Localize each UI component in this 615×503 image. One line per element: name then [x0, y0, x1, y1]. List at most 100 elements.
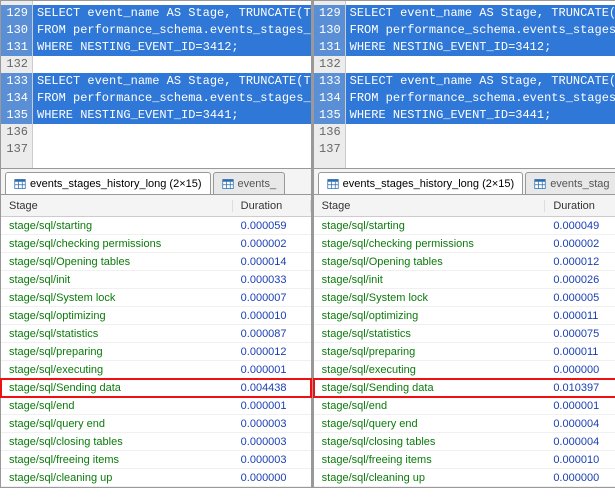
code-line[interactable]: [346, 141, 615, 158]
cell-duration: 0.000004: [545, 436, 615, 448]
cell-stage: stage/sql/executing: [314, 364, 546, 376]
cell-stage: stage/sql/optimizing: [314, 310, 546, 322]
cell-duration: 0.010397: [545, 382, 615, 394]
result-tab[interactable]: events_stages_history_long (2×15): [318, 172, 524, 194]
sql-editor-right[interactable]: 129130131132133134135136137 SELECT event…: [314, 1, 615, 169]
table-row[interactable]: stage/sql/optimizing0.000011: [314, 307, 615, 325]
code-line[interactable]: SELECT event_name AS Stage, TRUNCATE(T: [346, 73, 615, 90]
table-row[interactable]: stage/sql/query end0.000003: [1, 415, 311, 433]
cell-stage: stage/sql/Sending data: [1, 382, 233, 394]
table-row[interactable]: stage/sql/end0.000001: [314, 397, 615, 415]
cell-duration: 0.000087: [233, 328, 311, 340]
cell-duration: 0.000033: [233, 274, 311, 286]
table-row[interactable]: stage/sql/checking permissions0.000002: [314, 235, 615, 253]
cell-stage: stage/sql/Opening tables: [1, 256, 233, 268]
code-line[interactable]: FROM performance_schema.events_stages_: [346, 22, 615, 39]
table-row[interactable]: stage/sql/Sending data0.004438: [1, 379, 311, 397]
line-number: 137: [1, 141, 32, 158]
col-stage[interactable]: Stage: [1, 200, 233, 212]
cell-duration: 0.004438: [233, 382, 311, 394]
cell-duration: 0.000001: [545, 400, 615, 412]
table-row[interactable]: stage/sql/closing tables0.000004: [314, 433, 615, 451]
cell-duration: 0.000003: [233, 454, 311, 466]
cell-stage: stage/sql/checking permissions: [314, 238, 546, 250]
table-row[interactable]: stage/sql/closing tables0.000003: [1, 433, 311, 451]
table-row[interactable]: stage/sql/statistics0.000087: [1, 325, 311, 343]
cell-duration: 0.000001: [233, 400, 311, 412]
table-row[interactable]: stage/sql/preparing0.000011: [314, 343, 615, 361]
code-line[interactable]: [33, 141, 311, 158]
col-duration[interactable]: Duration: [233, 200, 311, 212]
table-row[interactable]: stage/sql/cleaning up0.000000: [1, 469, 311, 487]
result-tab[interactable]: events_: [213, 172, 286, 194]
cell-duration: 0.000010: [545, 454, 615, 466]
code-line[interactable]: FROM performance_schema.events_stages_: [33, 22, 311, 39]
table-icon: [14, 178, 26, 190]
table-row[interactable]: stage/sql/System lock0.000005: [314, 289, 615, 307]
col-stage[interactable]: Stage: [314, 200, 546, 212]
result-tabs-left: events_stages_history_long (2×15)events_: [1, 169, 311, 195]
table-row[interactable]: stage/sql/preparing0.000012: [1, 343, 311, 361]
code-line[interactable]: [33, 124, 311, 141]
table-row[interactable]: stage/sql/Opening tables0.000012: [314, 253, 615, 271]
cell-duration: 0.000011: [545, 310, 615, 322]
code-line[interactable]: SELECT event_name AS Stage, TRUNCATE(T: [346, 5, 615, 22]
table-row[interactable]: stage/sql/cleaning up0.000000: [314, 469, 615, 487]
grid-body[interactable]: stage/sql/starting0.000049stage/sql/chec…: [314, 217, 615, 487]
table-row[interactable]: stage/sql/freeing items0.000003: [1, 451, 311, 469]
table-row[interactable]: stage/sql/init0.000033: [1, 271, 311, 289]
table-row[interactable]: stage/sql/freeing items0.000010: [314, 451, 615, 469]
table-row[interactable]: stage/sql/init0.000026: [314, 271, 615, 289]
code-area[interactable]: SELECT event_name AS Stage, TRUNCATE(TFR…: [33, 1, 311, 168]
code-line[interactable]: SELECT event_name AS Stage, TRUNCATE(T: [33, 73, 311, 90]
line-number: 136: [1, 124, 32, 141]
table-row[interactable]: stage/sql/System lock0.000007: [1, 289, 311, 307]
cell-duration: 0.000011: [545, 346, 615, 358]
cell-stage: stage/sql/cleaning up: [1, 472, 233, 484]
code-line[interactable]: WHERE NESTING_EVENT_ID=3412;: [33, 39, 311, 56]
sql-editor-left[interactable]: 129130131132133134135136137 SELECT event…: [1, 1, 311, 169]
table-row[interactable]: stage/sql/optimizing0.000010: [1, 307, 311, 325]
table-row[interactable]: stage/sql/starting0.000049: [314, 217, 615, 235]
code-line[interactable]: FROM performance_schema.events_stages_: [33, 90, 311, 107]
code-line[interactable]: [33, 56, 311, 73]
cell-duration: 0.000002: [233, 238, 311, 250]
code-line[interactable]: SELECT event_name AS Stage, TRUNCATE(T: [33, 5, 311, 22]
code-line[interactable]: WHERE NESTING_EVENT_ID=3412;: [346, 39, 615, 56]
line-number: 129: [314, 5, 345, 22]
table-row[interactable]: stage/sql/end0.000001: [1, 397, 311, 415]
table-row[interactable]: stage/sql/Opening tables0.000014: [1, 253, 311, 271]
cell-stage: stage/sql/end: [314, 400, 546, 412]
table-row[interactable]: stage/sql/checking permissions0.000002: [1, 235, 311, 253]
code-line[interactable]: WHERE NESTING_EVENT_ID=3441;: [346, 107, 615, 124]
table-icon: [327, 178, 339, 190]
code-line[interactable]: WHERE NESTING_EVENT_ID=3441;: [33, 107, 311, 124]
line-number: 135: [1, 107, 32, 124]
line-number: 132: [1, 56, 32, 73]
cell-stage: stage/sql/preparing: [1, 346, 233, 358]
table-row[interactable]: stage/sql/Sending data0.010397: [314, 379, 615, 397]
table-row[interactable]: stage/sql/statistics0.000075: [314, 325, 615, 343]
grid-body[interactable]: stage/sql/starting0.000059stage/sql/chec…: [1, 217, 311, 487]
cell-stage: stage/sql/preparing: [314, 346, 546, 358]
cell-stage: stage/sql/starting: [1, 220, 233, 232]
table-row[interactable]: stage/sql/executing0.000001: [1, 361, 311, 379]
code-line[interactable]: [346, 124, 615, 141]
cell-duration: 0.000059: [233, 220, 311, 232]
line-number: 134: [314, 90, 345, 107]
result-tab[interactable]: events_stages_history_long (2×15): [5, 172, 211, 194]
result-tab[interactable]: events_stag: [525, 172, 615, 194]
code-area[interactable]: SELECT event_name AS Stage, TRUNCATE(TFR…: [346, 1, 615, 168]
line-number: 132: [314, 56, 345, 73]
table-row[interactable]: stage/sql/query end0.000004: [314, 415, 615, 433]
code-line[interactable]: FROM performance_schema.events_stages_: [346, 90, 615, 107]
table-row[interactable]: stage/sql/executing0.000000: [314, 361, 615, 379]
cell-stage: stage/sql/closing tables: [314, 436, 546, 448]
cell-stage: stage/sql/end: [1, 400, 233, 412]
right-pane: 129130131132133134135136137 SELECT event…: [312, 0, 615, 488]
table-row[interactable]: stage/sql/starting0.000059: [1, 217, 311, 235]
col-duration[interactable]: Duration: [545, 200, 615, 212]
cell-stage: stage/sql/System lock: [314, 292, 546, 304]
code-line[interactable]: [346, 56, 615, 73]
cell-duration: 0.000002: [545, 238, 615, 250]
